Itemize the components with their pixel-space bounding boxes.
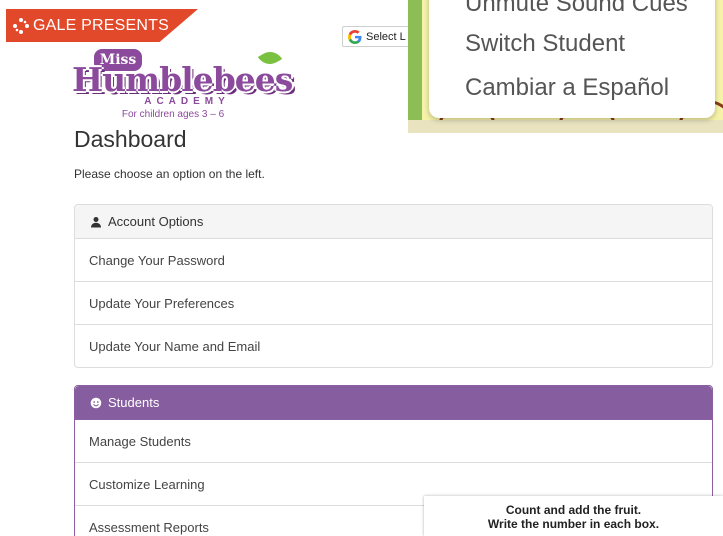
unmute-sound-cues-option[interactable]: Unmute Sound Cues bbox=[465, 0, 688, 18]
account-options-header: Account Options bbox=[75, 205, 712, 239]
smiley-icon bbox=[90, 397, 102, 408]
language-select-label: Select L bbox=[366, 30, 406, 43]
cambiar-espanol-option[interactable]: Cambiar a Español bbox=[465, 74, 669, 102]
switch-student-option[interactable]: Switch Student bbox=[465, 30, 625, 58]
students-header: Students bbox=[75, 386, 712, 420]
change-password-link[interactable]: Change Your Password bbox=[75, 239, 712, 282]
logo-wordmark: Humblebees bbox=[72, 60, 293, 99]
user-icon bbox=[91, 216, 101, 227]
game-bottom-strip bbox=[408, 120, 723, 133]
page-subtitle: Please choose an option on the left. bbox=[74, 167, 265, 181]
update-preferences-link[interactable]: Update Your Preferences bbox=[75, 282, 712, 325]
game-preview: Unmute Sound Cues Switch Student Cambiar… bbox=[408, 0, 723, 133]
page: GALE PRESENTS Select L Miss Humblebees A… bbox=[0, 0, 723, 536]
worksheet-preview: Count and add the fruit. Write the numbe… bbox=[424, 496, 723, 536]
update-name-email-link[interactable]: Update Your Name and Email bbox=[75, 325, 712, 368]
manage-students-link[interactable]: Manage Students bbox=[75, 420, 712, 463]
gale-star-icon bbox=[13, 17, 29, 34]
gale-presents-label: GALE PRESENTS bbox=[33, 16, 169, 34]
gale-presents-banner[interactable]: GALE PRESENTS bbox=[6, 9, 198, 42]
game-green-edge bbox=[408, 0, 422, 133]
account-options-title: Account Options bbox=[108, 214, 204, 229]
page-title: Dashboard bbox=[74, 126, 187, 152]
logo-tagline: For children ages 3 – 6 bbox=[121, 109, 225, 120]
students-title: Students bbox=[108, 395, 160, 410]
account-options-panel: Account Options Change Your Password Upd… bbox=[74, 204, 713, 368]
worksheet-line-2: Write the number in each box. bbox=[487, 517, 660, 531]
worksheet-line-1: Count and add the fruit. bbox=[505, 503, 642, 517]
google-g-icon bbox=[348, 29, 362, 44]
settings-menu: Unmute Sound Cues Switch Student Cambiar… bbox=[429, 0, 715, 118]
logo-academy: ACADEMY bbox=[144, 96, 230, 107]
miss-humblebees-logo[interactable]: Miss Humblebees ACADEMY For children age… bbox=[72, 46, 293, 120]
